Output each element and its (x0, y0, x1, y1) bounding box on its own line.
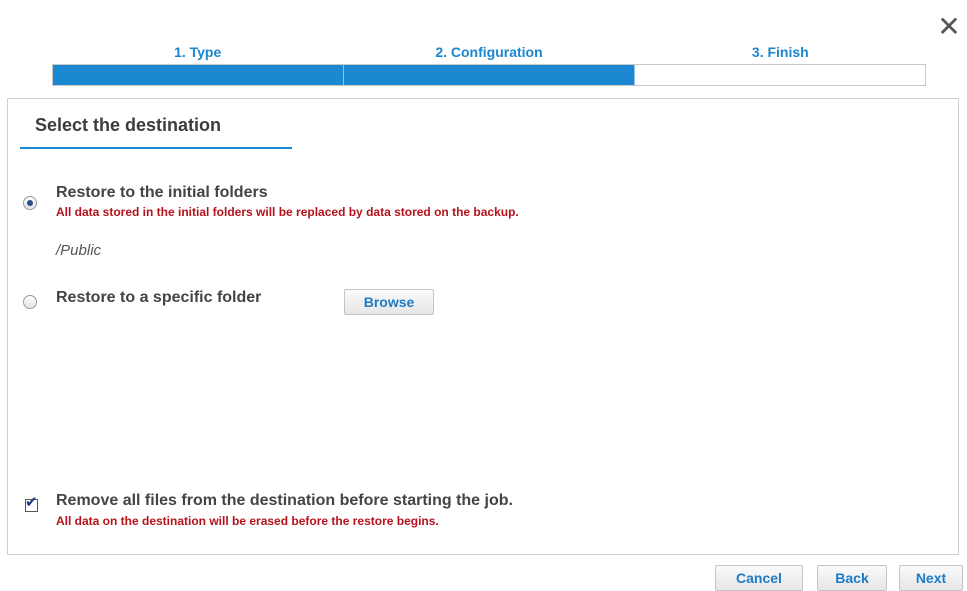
option-initial-folders-label[interactable]: Restore to the initial folders (56, 184, 268, 202)
close-icon[interactable]: ✕ (936, 13, 962, 41)
section-title: Select the destination (35, 115, 222, 135)
section-underline (20, 147, 292, 149)
step-segment-configuration (343, 65, 634, 85)
checkmark-icon: ✔ (25, 493, 38, 511)
destination-panel: Select the destination Restore to the in… (7, 98, 959, 555)
cancel-button[interactable]: Cancel (715, 565, 803, 591)
progress-steps: 1. Type 2. Configuration 3. Finish (52, 42, 926, 86)
step-label-finish: 3. Finish (751, 44, 809, 60)
step-label-type: 1. Type (174, 44, 222, 60)
browse-button[interactable]: Browse (344, 289, 434, 315)
radio-specific-folder[interactable] (23, 295, 37, 309)
step-segment-type (53, 65, 343, 85)
step-label-configuration: 2. Configuration (435, 44, 543, 60)
step-segment-finish (634, 65, 925, 85)
radio-initial-folders[interactable] (23, 196, 37, 210)
back-button[interactable]: Back (817, 565, 887, 591)
remove-files-label[interactable]: Remove all files from the destination be… (56, 492, 513, 510)
option-specific-folder-label[interactable]: Restore to a specific folder (56, 289, 261, 307)
remove-files-checkbox[interactable]: ✔ (25, 494, 38, 512)
initial-folder-path: /Public (56, 242, 102, 259)
remove-files-warning: All data on the destination will be eras… (56, 514, 439, 528)
option-initial-folders-warning: All data stored in the initial folders w… (56, 205, 519, 219)
step-labels: 1. Type 2. Configuration 3. Finish (52, 42, 926, 64)
next-button[interactable]: Next (899, 565, 963, 591)
step-progress-bar (52, 64, 926, 86)
